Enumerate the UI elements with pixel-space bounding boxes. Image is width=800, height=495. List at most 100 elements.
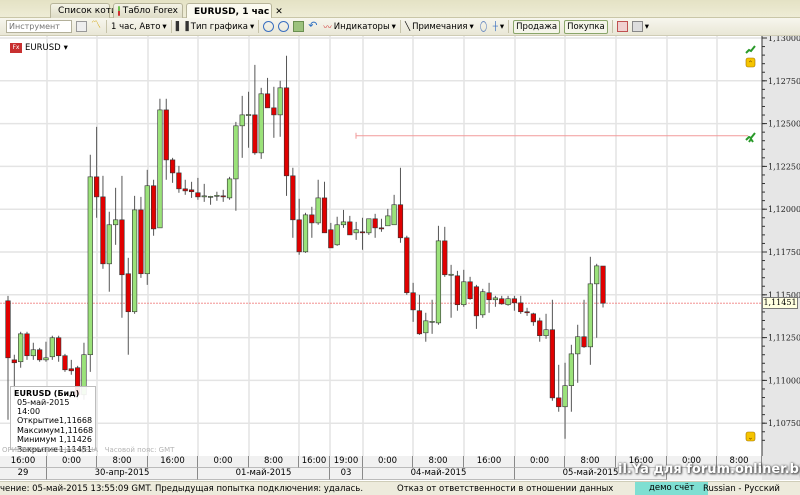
language-selector[interactable]: Russian - Русский [703, 484, 780, 494]
connection-status: чение: 05-май-2015 13:55:09 GMT. Предыду… [0, 484, 364, 494]
auto-scroll-icon[interactable] [293, 21, 305, 32]
candle-body [271, 107, 277, 116]
row-value: 1,11668 [58, 416, 93, 425]
candle-body [296, 219, 302, 253]
indicative-price-label: ОРИЕНТИРОВОЧНАЯ ЦЕНА [2, 446, 99, 454]
instrument-search-input[interactable] [6, 20, 72, 33]
scroll-down-icon-glyph: ⌄ [748, 434, 754, 442]
candle-body [144, 185, 150, 275]
tooltip-row-high: Максимум 1,11668 [14, 426, 93, 436]
chevron-down-icon: ▾ [499, 21, 505, 32]
undo-icon[interactable]: ↶ [308, 20, 319, 32]
candle-body [100, 196, 106, 265]
disclaimer-link[interactable]: Отказ от ответственности в отношении дан… [397, 484, 613, 494]
tooltip-row-open: Открытие 1,11668 [14, 416, 92, 426]
buy-button[interactable]: Покупка [564, 19, 608, 34]
candle-body [353, 229, 359, 234]
time-label: 0:00 [198, 456, 249, 468]
time-label: 16:00 [148, 456, 198, 468]
candle-body [132, 209, 138, 313]
divider [508, 20, 510, 33]
y-tick-label: 1,11750 [768, 248, 800, 257]
candle-body [113, 219, 119, 226]
price-note: ОРИЕНТИРОВОЧНАЯ ЦЕНА Часовой пояс: GMT [2, 446, 174, 454]
indicators-label: Индикаторы [333, 21, 390, 32]
chevron-down-icon: ▾ [162, 21, 167, 32]
y-tick-label: 1,11000 [768, 376, 800, 385]
tab-label: Табло Forex [122, 6, 178, 16]
timeframe-dropdown[interactable]: 1 час, Авто ▾ [111, 22, 167, 32]
candle-body [182, 188, 188, 192]
instrument-list-icon[interactable] [76, 21, 87, 32]
candle-body [549, 329, 555, 399]
time-label: 8:00 [565, 456, 616, 468]
tab-eurusd-chart[interactable]: EURUSD, 1 час ✕ [186, 3, 283, 19]
y-tick-label: 1,11250 [768, 334, 800, 343]
divider [611, 20, 613, 33]
candle-body [43, 357, 49, 361]
time-label: 8:00 [97, 456, 148, 468]
candle-body [195, 192, 201, 198]
candle-body [233, 125, 239, 180]
time-label: 16:00 [464, 456, 515, 468]
tab-forex-board[interactable]: Табло Forex [113, 3, 183, 18]
candle-body [524, 311, 530, 314]
candle-body [150, 185, 157, 230]
candle-body [290, 175, 296, 221]
tooltip-title: EURUSD (Бид) [14, 389, 80, 398]
chevron-down-icon: ▾ [391, 21, 396, 32]
eraser-icon[interactable] [479, 21, 487, 32]
candle-body [302, 214, 309, 253]
candle-body [448, 273, 454, 276]
candle-body [125, 273, 131, 313]
sell-button[interactable]: Продажа [513, 19, 561, 34]
candle-body [321, 197, 328, 234]
candle-body [435, 240, 442, 324]
fx-icon: Fx [10, 43, 22, 53]
zoom-out-icon[interactable] [278, 21, 290, 32]
candle-body [600, 265, 606, 304]
crosshair-dropdown[interactable]: ┼ ▾ [493, 22, 504, 32]
chart-settings-icon[interactable] [616, 21, 628, 32]
tooltip-datetime: 05-май-2015 14:00 [17, 398, 70, 416]
time-label: 16:00 [299, 456, 330, 468]
row-value: 1,11426 [58, 435, 92, 444]
candle-body [315, 197, 321, 224]
candle-body [575, 336, 581, 355]
watermark: il.Ya для forum.onliner.by [618, 462, 800, 477]
candle-body [385, 215, 391, 227]
candle-body [454, 275, 461, 306]
candle-body [163, 109, 169, 161]
notes-dropdown[interactable]: ╲ Примечания ▾ [405, 22, 474, 32]
candlestick-chart[interactable]: 1,13000 1,12750 1,12500 1,12250 1,12000 1,117… [0, 36, 800, 456]
plot-area [0, 36, 762, 456]
candle-body [207, 196, 214, 198]
close-tab-icon[interactable]: ✕ [275, 7, 283, 17]
time-label: 8:00 [249, 456, 299, 468]
tab-quotes-list[interactable]: Список котировок [50, 3, 144, 18]
forex-board-icon [118, 6, 120, 16]
row-label: Минимум [17, 435, 57, 444]
candle-body [201, 195, 207, 198]
symbol-selector[interactable]: Fx EURUSD ▾ [10, 43, 68, 53]
divider [106, 20, 107, 33]
candle-body [245, 114, 252, 116]
candle-body [94, 176, 100, 198]
candle-body [11, 359, 17, 364]
candle-body [5, 300, 11, 359]
print-icon [631, 21, 643, 32]
date-label: 30-апр-2015 [47, 468, 198, 480]
tab-bar: Список котировок Табло Forex EURUSD, 1 ч… [0, 0, 800, 19]
scroll-up-icon-glyph: ⌃ [748, 60, 754, 68]
print-dropdown[interactable]: ▾ [631, 21, 649, 32]
indicators-dropdown[interactable]: 〰 Индикаторы ▾ [323, 21, 396, 33]
chevron-down-icon: ▾ [63, 43, 68, 53]
chart-type-dropdown[interactable]: ▌▐ Тип графика ▾ [176, 22, 255, 32]
compare-chart-icon[interactable]: 〽 [91, 21, 102, 32]
zoom-in-icon[interactable] [263, 21, 275, 32]
y-tick-label: 1,13000 [768, 36, 800, 43]
y-tick-label: 1,12750 [768, 77, 800, 86]
y-tick-label: 1,12250 [768, 162, 800, 171]
candle-body [499, 298, 505, 305]
line-tool-icon: ╲ [404, 21, 411, 32]
